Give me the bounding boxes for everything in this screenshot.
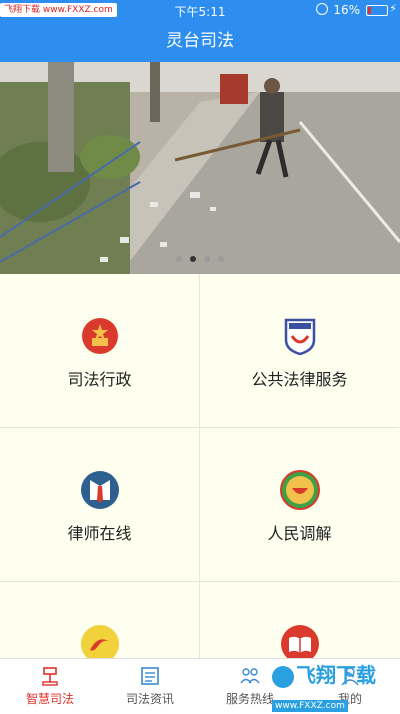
battery-fill: [368, 7, 371, 14]
watermark-main: 飞翔下载: [296, 663, 376, 687]
grid-item-label: 公共法律服务: [251, 370, 348, 389]
function-grid: 司法行政 公共法律服务 律师在线 人民调解: [0, 274, 400, 658]
tab-smart-judicial[interactable]: 智慧司法: [0, 659, 100, 712]
carousel-dot[interactable]: [204, 256, 210, 262]
battery-percent: 16%: [333, 3, 360, 17]
tab-label: 智慧司法: [25, 692, 74, 706]
legal-service-badge-icon: [284, 318, 315, 356]
status-bar: 飞翔下载 www.FXXZ.com 下午5:11 16% ⚡: [0, 0, 400, 20]
charging-icon: ⚡: [389, 2, 397, 15]
people-icon: [240, 668, 260, 684]
news-icon: [141, 667, 159, 685]
battery-icon: [366, 5, 388, 16]
book-icon: [280, 625, 319, 658]
grid-item-public-legal-service[interactable]: 公共法律服务: [200, 274, 399, 428]
page-title: 灵台司法: [166, 31, 234, 51]
watermark: 飞翔下载 www.FXXZ.com: [272, 662, 396, 712]
grid-item-judicial-admin[interactable]: 司法行政: [0, 274, 200, 428]
grid-item-people-mediation[interactable]: 人民调解: [200, 428, 399, 582]
gavel-icon: [42, 667, 58, 686]
watermark-logo-icon: [272, 665, 294, 688]
carousel-dot[interactable]: [190, 256, 196, 262]
grid-item-community[interactable]: [0, 582, 200, 658]
mediation-icon: [279, 470, 320, 510]
grid-item-lawyer-online[interactable]: 律师在线: [0, 428, 200, 582]
rotation-lock-icon: [316, 3, 328, 15]
banner-carousel[interactable]: [0, 62, 400, 274]
community-icon: [80, 625, 119, 658]
nav-bar: 灵台司法: [0, 20, 400, 62]
tab-judicial-news[interactable]: 司法资讯: [100, 659, 200, 712]
grid-item-label: 人民调解: [267, 524, 332, 543]
carousel-dot[interactable]: [218, 256, 224, 262]
emblem-icon: [81, 318, 118, 354]
carousel-indicator[interactable]: [0, 247, 400, 266]
carousel-dot[interactable]: [176, 256, 182, 262]
watermark-sub: www.FXXZ.com: [272, 700, 348, 712]
lawyer-tie-icon: [80, 471, 119, 509]
grid-item-label: 律师在线: [67, 524, 132, 543]
grid-item-label: 司法行政: [67, 370, 132, 389]
banner-image: [0, 62, 400, 274]
tab-label: 司法资讯: [125, 692, 174, 706]
grid-item-book[interactable]: [200, 582, 399, 658]
